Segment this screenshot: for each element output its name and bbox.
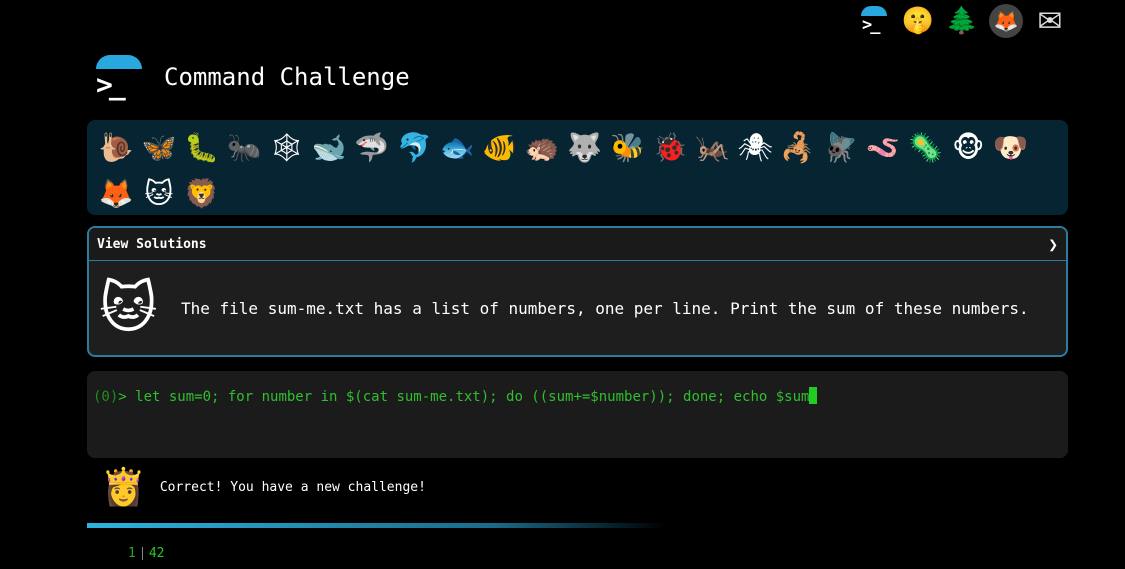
challenge-animal-icon[interactable]: 🐛 [180,124,223,170]
page-title: Command Challenge [164,63,410,91]
view-solutions-label: View Solutions [97,236,207,252]
gitlab-icon[interactable]: 🦊 [989,4,1023,38]
challenge-animal-icon[interactable]: 🐝 [606,124,649,170]
challenge-animal-icon[interactable]: 🦂 [777,124,820,170]
challenge-animal-icon[interactable]: 🦠 [904,124,947,170]
challenge-animal-icon[interactable]: 🐜 [223,124,266,170]
challenge-animal-icon[interactable]: 🦋 [138,124,181,170]
logo-icon[interactable]: >_ [92,52,146,102]
progress-bar [87,523,667,528]
challenge-animal-icon[interactable]: 🪰 [819,124,862,170]
shushing-face-icon[interactable]: 🤫 [901,4,935,38]
challenge-animal-icon[interactable]: 🐶 [989,124,1032,170]
top-nav: >_ 🤫 🌲 🦊 ✉ [857,4,1067,39]
challenge-animal-icon[interactable]: 🐵 [947,124,990,170]
challenge-animal-icon[interactable]: 🐺 [564,124,607,170]
challenge-animal-icon[interactable]: 🐋 [308,124,351,170]
output-line-number: 1 [128,546,136,561]
command-text: let sum=0; for number in $(cat sum-me.tx… [135,389,810,405]
challenge-animal-icon[interactable]: 🐬 [393,124,436,170]
result-message: 👸 Correct! You have a new challenge! [101,466,426,508]
challenge-animal-icon[interactable]: 🐌 [95,124,138,170]
challenge-panel: View Solutions ❯ 🐱 The file sum-me.txt h… [87,226,1068,357]
challenge-animal-icon[interactable]: 🪱 [862,124,905,170]
output-divider [141,547,143,560]
challenge-animal-icon[interactable]: 🦈 [351,124,394,170]
challenge-animal-icon[interactable]: 🦔 [521,124,564,170]
terminal-input[interactable]: (0)> let sum=0; for number in $(cat sum-… [87,371,1068,458]
command-output: 1 42 [128,546,164,561]
view-solutions-toggle[interactable]: View Solutions ❯ [89,228,1066,261]
page-header: >_ Command Challenge [92,52,410,102]
tree-icon[interactable]: 🌲 [945,4,979,38]
challenge-animal-icon[interactable]: 🕷 [734,124,777,170]
command-counter: (0) [93,389,119,405]
princess-icon: 👸 [101,467,146,508]
challenge-animal-icon[interactable]: 🦁 [180,170,223,216]
terminal-icon[interactable]: >_ [857,4,891,38]
challenge-animal-icon[interactable]: 🐠 [478,124,521,170]
challenge-icon-bar: 🐌 🦋 🐛 🐜 🕸 🐋 🦈 🐬 🐟 🐠 🦔 🐺 🐝 🐞 🦗 🕷 🦂 🪰 🪱 🦠 🐵 🐶 🦊 🐱 🦁 [87,120,1068,215]
cursor [809,387,818,404]
cat-icon: 🐱 [99,276,158,341]
challenge-animal-icon[interactable]: 🦊 [95,170,138,216]
chevron-right-icon: ❯ [1048,234,1058,254]
challenge-animal-icon[interactable]: 🕸 [265,124,308,170]
mail-icon[interactable]: ✉ [1033,4,1067,39]
challenge-description: The file sum-me.txt has a list of number… [181,299,1029,318]
result-text: Correct! You have a new challenge! [159,479,426,495]
challenge-animal-icon[interactable]: 🐱 [138,170,181,216]
challenge-animal-icon[interactable]: 🦗 [691,124,734,170]
challenge-animal-icon[interactable]: 🐟 [436,124,479,170]
prompt-symbol: > [118,389,136,405]
challenge-animal-icon[interactable]: 🐞 [649,124,692,170]
output-value: 42 [148,546,165,561]
